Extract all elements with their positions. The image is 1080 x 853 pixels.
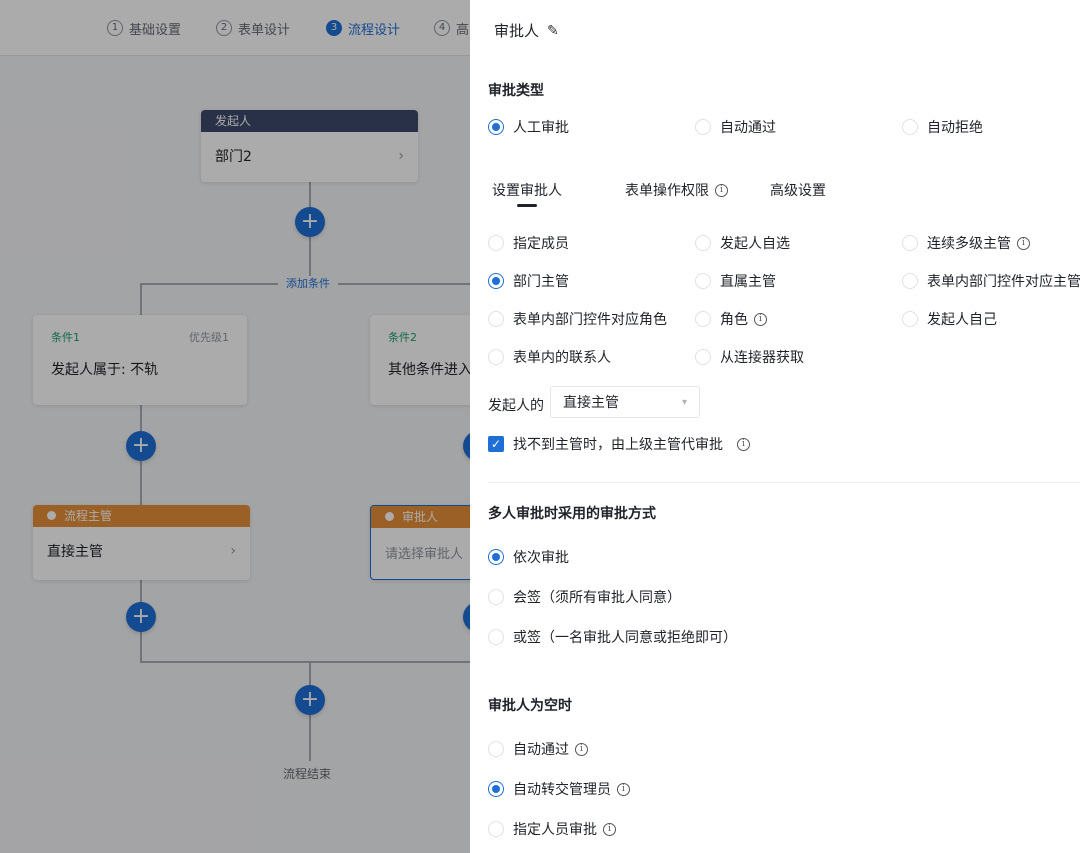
radio-from-connector[interactable]: 从连接器获取 <box>695 347 804 367</box>
section-title-approval-type: 审批类型 <box>488 83 544 99</box>
fallback-supervisor-checkbox[interactable]: ✓ 找不到主管时，由上级主管代审批 i <box>488 434 750 454</box>
flow-canvas: 1 基础设置 2 表单设计 3 流程设计 4 高 发起人 部门2 › + 添加条… <box>0 0 470 853</box>
approver-settings-drawer: 审批人 ✎ 审批类型 人工审批 自动通过 自动拒绝 设置审批人 表单操作权限 i … <box>470 0 1080 853</box>
info-circle-icon: i <box>617 782 630 796</box>
drawer-title: 审批人 ✎ <box>494 22 559 40</box>
tab-set-approver[interactable]: 设置审批人 <box>492 180 562 200</box>
info-circle-icon: i <box>737 437 750 451</box>
radio-sequential-approval[interactable]: 依次审批 <box>488 547 569 567</box>
section-divider <box>488 482 1080 483</box>
tab-advanced-settings[interactable]: 高级设置 <box>770 180 826 200</box>
radio-empty-specified-person[interactable]: 指定人员审批 i <box>488 819 616 839</box>
radio-manual-approval[interactable]: 人工审批 <box>488 117 569 137</box>
info-circle-icon: i <box>575 742 588 756</box>
initiator-label: 发起人的 <box>488 398 544 414</box>
chevron-down-icon: ▾ <box>681 396 687 408</box>
pencil-icon[interactable]: ✎ <box>547 23 559 39</box>
radio-or-sign[interactable]: 或签（一名审批人同意或拒绝即可） <box>488 627 737 647</box>
modal-backdrop[interactable] <box>0 0 470 853</box>
supervisor-level-select[interactable]: 直接主管 ▾ <box>550 386 700 418</box>
radio-specified-member[interactable]: 指定成员 <box>488 233 569 253</box>
radio-form-contact[interactable]: 表单内的联系人 <box>488 347 611 367</box>
info-circle-icon: i <box>1017 236 1030 250</box>
info-circle-icon: i <box>603 822 616 836</box>
info-circle-icon: i <box>754 312 767 326</box>
radio-direct-supervisor[interactable]: 直属主管 <box>695 271 776 291</box>
check-icon: ✓ <box>488 436 504 452</box>
section-title-empty-approver: 审批人为空时 <box>488 698 572 714</box>
radio-department-supervisor[interactable]: 部门主管 <box>488 271 569 291</box>
radio-form-dept-supervisor[interactable]: 表单内部门控件对应主管 <box>902 271 1080 291</box>
radio-initiator-self[interactable]: 发起人自己 <box>902 309 997 329</box>
radio-form-dept-role[interactable]: 表单内部门控件对应角色 <box>488 309 667 329</box>
section-title-multi-approval: 多人审批时采用的审批方式 <box>488 506 656 522</box>
radio-initiator-choose[interactable]: 发起人自选 <box>695 233 790 253</box>
radio-empty-transfer-admin[interactable]: 自动转交管理员 i <box>488 779 630 799</box>
radio-auto-approve[interactable]: 自动通过 <box>695 117 776 137</box>
radio-countersign[interactable]: 会签（须所有审批人同意） <box>488 587 681 607</box>
info-circle-icon: i <box>715 183 728 197</box>
radio-multi-level-supervisor[interactable]: 连续多级主管 i <box>902 233 1030 253</box>
tab-form-permissions[interactable]: 表单操作权限 i <box>625 180 728 200</box>
radio-empty-auto-approve[interactable]: 自动通过 i <box>488 739 588 759</box>
radio-auto-reject[interactable]: 自动拒绝 <box>902 117 983 137</box>
active-tab-indicator <box>517 204 537 207</box>
radio-role[interactable]: 角色 i <box>695 309 767 329</box>
